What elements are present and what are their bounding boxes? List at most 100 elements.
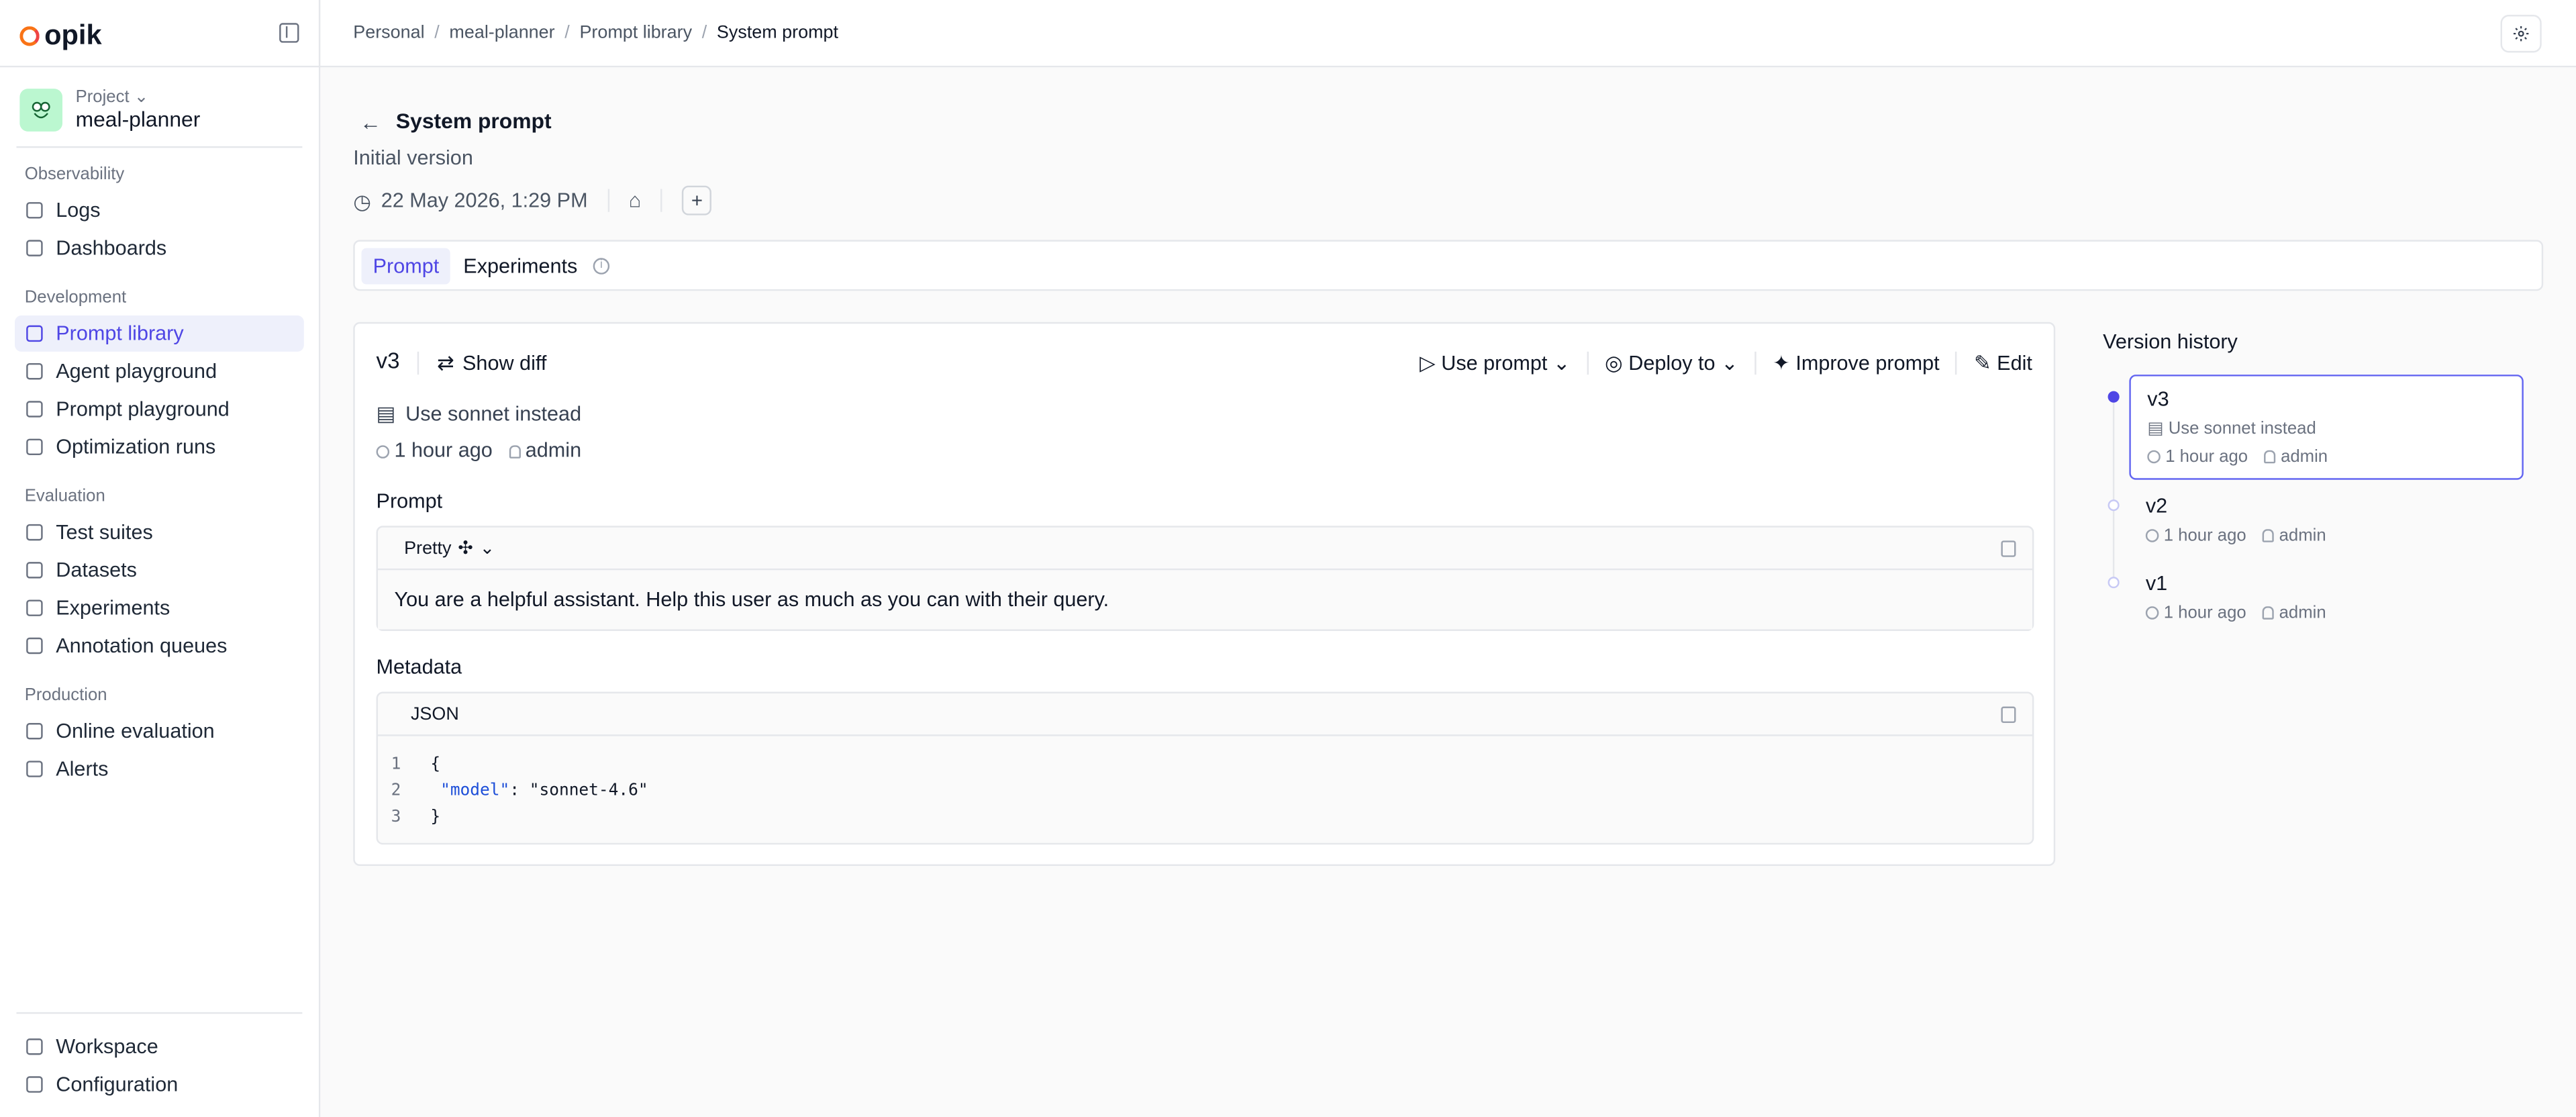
json-line: 1{ bbox=[391, 755, 441, 774]
sidebar-item-dashboards[interactable]: Dashboards bbox=[15, 230, 304, 266]
version-history-title: Version history bbox=[2103, 330, 2238, 354]
json-line: 2 "model": "sonnet-4.6" bbox=[391, 782, 648, 801]
tab-prompt[interactable]: Prompt bbox=[361, 248, 451, 285]
prompt-text: You are a helpful assistant. Help this u… bbox=[377, 570, 2032, 630]
project-label: Project ⌄ bbox=[75, 87, 149, 107]
sidebar-item-logs[interactable]: Logs bbox=[15, 192, 304, 228]
version-item-v2[interactable]: v2 1 hour ago admin bbox=[2129, 483, 2523, 557]
commit-icon: ▤ bbox=[376, 402, 396, 426]
commit-icon: ▤ bbox=[2147, 419, 2164, 439]
sidebar-item-optimization-runs[interactable]: Optimization runs bbox=[15, 429, 304, 465]
project-switcher[interactable]: Project ⌄ meal-planner bbox=[19, 87, 200, 132]
clock-icon: 1 hour ago bbox=[2145, 603, 2246, 623]
version-number: v2 bbox=[2145, 494, 2168, 518]
version-card: v3 ⇄ Show diff ▷ Use prompt ⌄ ◎ Deploy t… bbox=[353, 322, 2056, 866]
breadcrumb-personal[interactable]: Personal bbox=[353, 23, 424, 42]
version-item-v3[interactable]: v3 ▤ Use sonnet instead 1 hour ago admin bbox=[2129, 375, 2524, 480]
sidebar-item-agent-playground[interactable]: Agent playground bbox=[15, 353, 304, 389]
section-development: Development bbox=[24, 287, 127, 307]
play-icon: ▷ bbox=[1420, 351, 1436, 375]
breadcrumb-separator: / bbox=[434, 23, 440, 43]
metadata-view-label: JSON bbox=[377, 693, 2032, 736]
sliders-icon bbox=[26, 1076, 43, 1093]
back-arrow-icon[interactable]: ← bbox=[360, 110, 381, 135]
prompt-box: Pretty ✣ ⌄ You are a helpful assistant. … bbox=[376, 526, 2034, 631]
user-icon: admin bbox=[2263, 603, 2326, 623]
sidebar-item-test-suites[interactable]: Test suites bbox=[15, 514, 304, 550]
project-name: meal-planner bbox=[75, 107, 201, 132]
list-check-icon bbox=[26, 524, 43, 541]
version-item-v1[interactable]: v1 1 hour ago admin bbox=[2129, 561, 2523, 634]
improve-prompt-button[interactable]: ✦ Improve prompt bbox=[1773, 350, 1939, 375]
sidebar-item-label: Experiments bbox=[56, 596, 170, 620]
logs-icon bbox=[26, 202, 43, 219]
blocks-icon bbox=[26, 401, 43, 418]
tag-icon[interactable]: ⌂ bbox=[629, 189, 642, 211]
version-number: v3 bbox=[2147, 387, 2169, 411]
sidebar-item-workspace[interactable]: Workspace bbox=[15, 1028, 304, 1065]
sidebar-item-configuration[interactable]: Configuration bbox=[15, 1067, 304, 1103]
rocket-icon: ◎ bbox=[1605, 351, 1623, 375]
copy-icon[interactable] bbox=[2001, 706, 2016, 724]
app-name: opik bbox=[44, 19, 102, 51]
use-prompt-button[interactable]: ▷ Use prompt ⌄ bbox=[1420, 350, 1570, 375]
timestamp: 22 May 2026, 1:29 PM bbox=[381, 189, 588, 212]
version-meta: 1 hour ago admin bbox=[2145, 526, 2508, 546]
sidebar-item-experiments[interactable]: Experiments bbox=[15, 590, 304, 626]
main-content: ← System prompt Initial version ◷ 22 May… bbox=[320, 67, 2576, 1117]
breadcrumb-project[interactable]: meal-planner bbox=[449, 23, 554, 42]
user-icon: admin bbox=[2264, 447, 2328, 467]
divider bbox=[660, 189, 663, 212]
version-message: ▤ Use sonnet instead bbox=[2147, 419, 2316, 439]
sidebar-item-online-evaluation[interactable]: Online evaluation bbox=[15, 713, 304, 749]
deploy-to-button[interactable]: ◎ Deploy to ⌄ bbox=[1605, 350, 1738, 375]
page-title: System prompt bbox=[395, 108, 552, 134]
json-viewer: 1{ 2 "model": "sonnet-4.6" 3} bbox=[378, 736, 2032, 848]
sidebar-item-label: Annotation queues bbox=[56, 634, 228, 658]
metadata-box: JSON 1{ 2 "model": "sonnet-4.6" 3} bbox=[376, 691, 2034, 848]
show-diff-button[interactable]: ⇄ Show diff bbox=[437, 350, 546, 375]
timeline-line bbox=[2112, 397, 2115, 582]
owl-icon bbox=[32, 101, 50, 118]
chevron-down-icon: ⌄ bbox=[1721, 351, 1738, 375]
project-avatar bbox=[19, 87, 63, 131]
sidebar-item-prompt-library[interactable]: Prompt library bbox=[15, 315, 304, 352]
copy-icon[interactable] bbox=[2001, 540, 2016, 557]
database-icon bbox=[26, 562, 43, 579]
breadcrumb-prompt-library[interactable]: Prompt library bbox=[579, 23, 692, 42]
bell-icon bbox=[26, 761, 43, 777]
version-label: v3 bbox=[376, 348, 400, 373]
sidebar-item-label: Workspace bbox=[56, 1035, 158, 1059]
divider bbox=[1754, 350, 1756, 374]
prompt-view-select[interactable]: Pretty ✣ ⌄ bbox=[377, 528, 2032, 571]
tab-experiments[interactable]: Experiments bbox=[452, 248, 589, 285]
grid-icon bbox=[26, 1038, 43, 1055]
prompt-section-title: Prompt bbox=[376, 489, 443, 513]
user-icon: admin bbox=[2263, 526, 2326, 546]
section-observability: Observability bbox=[24, 164, 125, 185]
branch-icon bbox=[26, 362, 43, 380]
sidebar-item-prompt-playground[interactable]: Prompt playground bbox=[15, 391, 304, 428]
sidebar-item-annotation-queues[interactable]: Annotation queues bbox=[15, 628, 304, 664]
divider bbox=[1956, 350, 1958, 374]
sidebar-item-label: Prompt library bbox=[56, 322, 184, 346]
app-logo[interactable]: opik bbox=[19, 19, 102, 52]
sparkle-icon bbox=[26, 438, 43, 456]
chevron-down-icon: ⌄ bbox=[1552, 351, 1571, 375]
sidebar: Project ⌄ meal-planner Observability Log… bbox=[0, 67, 319, 1117]
add-tag-button[interactable]: + bbox=[682, 185, 712, 215]
version-meta: 1 hour ago admin bbox=[2147, 447, 2506, 467]
prompt-view-label: Pretty bbox=[404, 538, 452, 558]
user-icon: admin bbox=[509, 439, 581, 462]
pencil-icon: ✎ bbox=[1973, 351, 1991, 375]
commit-meta: 1 hour ago admin bbox=[376, 439, 581, 462]
sidebar-collapse-icon[interactable] bbox=[279, 23, 299, 43]
sidebar-item-datasets[interactable]: Datasets bbox=[15, 552, 304, 588]
sidebar-item-alerts[interactable]: Alerts bbox=[15, 751, 304, 787]
settings-button[interactable] bbox=[2500, 15, 2542, 53]
info-icon[interactable]: i bbox=[593, 258, 610, 275]
edit-button[interactable]: ✎ Edit bbox=[1974, 350, 2032, 375]
use-prompt-label: Use prompt bbox=[1441, 351, 1548, 375]
clock-icon: 1 hour ago bbox=[2147, 447, 2248, 467]
divider bbox=[1587, 350, 1589, 374]
